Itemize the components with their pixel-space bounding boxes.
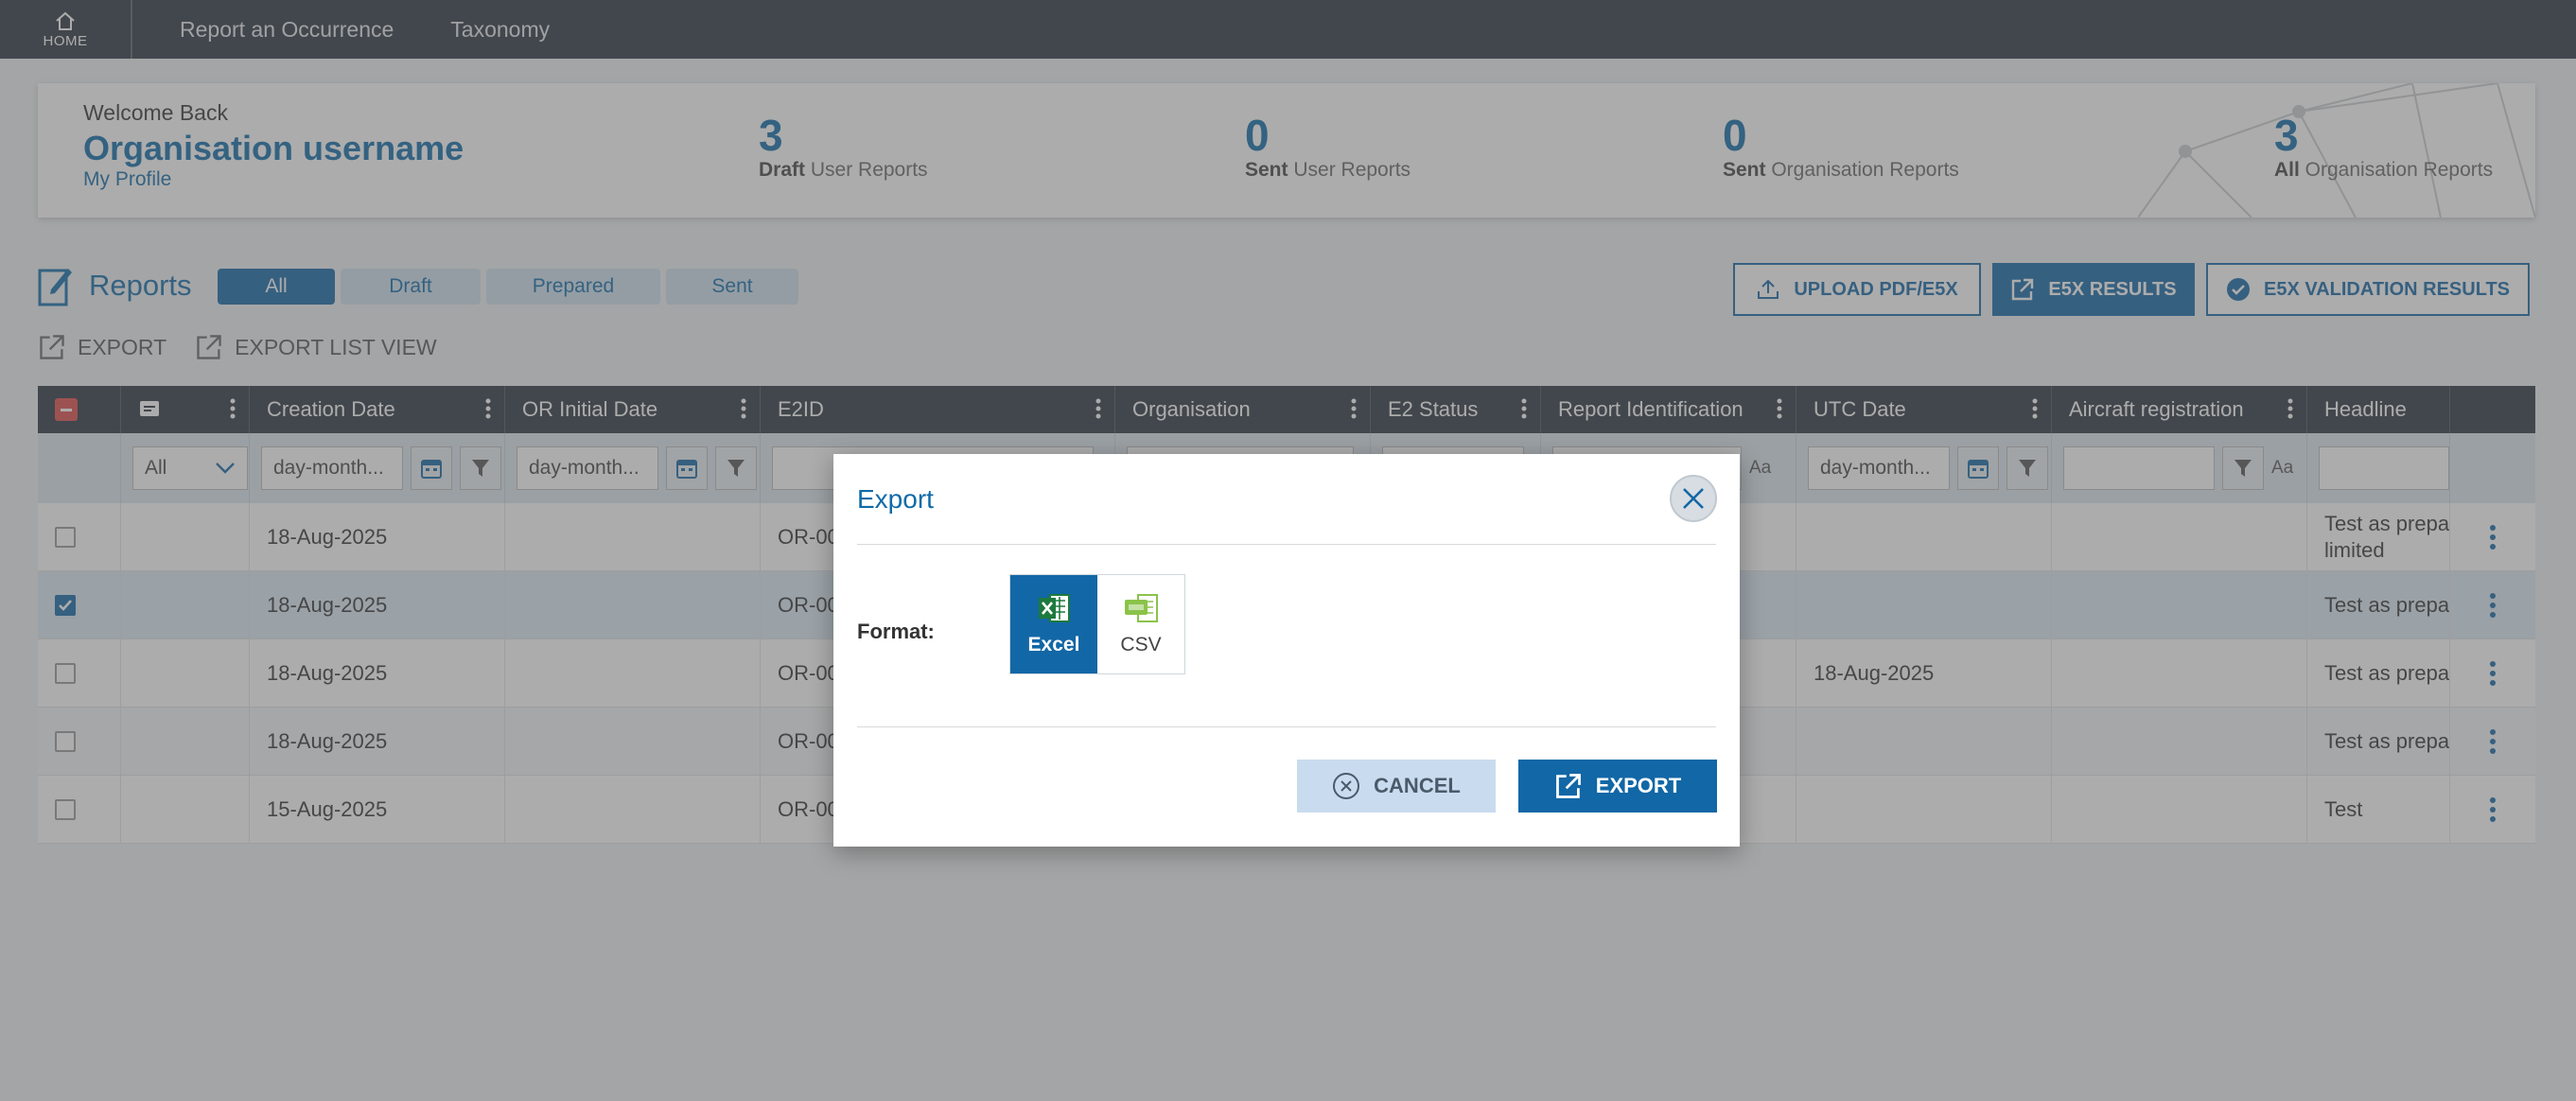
divider bbox=[857, 544, 1716, 545]
format-option-label: Excel bbox=[1027, 634, 1080, 655]
cancel-label: CANCEL bbox=[1374, 774, 1461, 797]
format-selector: Excel CSV bbox=[1009, 574, 1185, 674]
format-option-label: CSV bbox=[1120, 634, 1162, 655]
excel-file-icon bbox=[1039, 594, 1070, 622]
cancel-button[interactable]: CANCEL bbox=[1297, 760, 1496, 813]
export-dialog: Export Format: Excel CSV CANCEL EXPORT bbox=[833, 454, 1740, 847]
close-icon bbox=[1683, 488, 1704, 509]
export-button[interactable]: EXPORT bbox=[1518, 760, 1717, 813]
format-label: Format: bbox=[857, 620, 935, 643]
format-option-excel[interactable]: Excel bbox=[1010, 575, 1097, 673]
dialog-title: Export bbox=[857, 484, 934, 514]
csv-file-icon bbox=[1125, 594, 1158, 622]
export-label: EXPORT bbox=[1595, 774, 1682, 797]
format-option-csv[interactable]: CSV bbox=[1097, 575, 1184, 673]
close-button[interactable] bbox=[1670, 475, 1717, 522]
cancel-circle-icon bbox=[1333, 773, 1360, 799]
divider bbox=[857, 726, 1716, 727]
external-link-icon bbox=[1555, 774, 1581, 798]
